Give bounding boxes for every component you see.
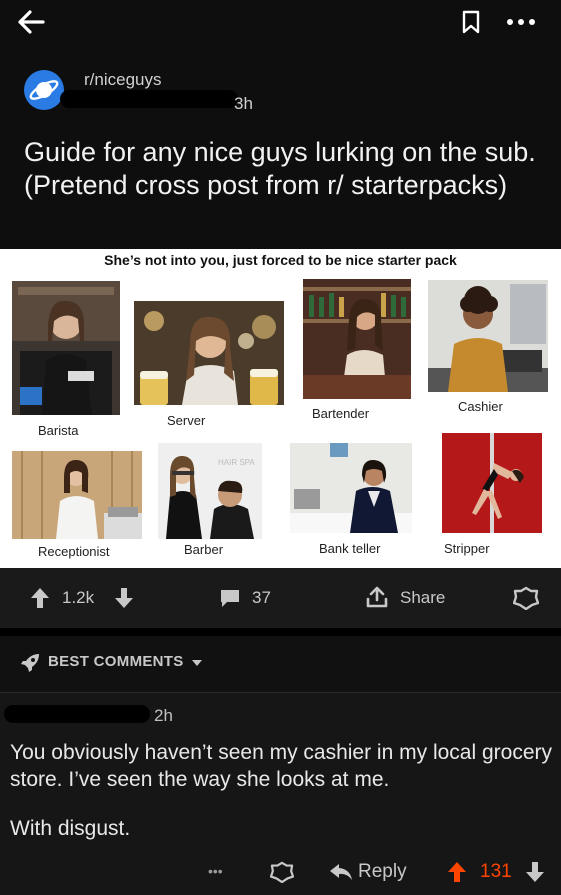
downvote-arrow-icon[interactable] xyxy=(524,859,546,885)
post-header: r/niceguys 3h xyxy=(24,66,544,116)
award-icon[interactable] xyxy=(268,859,296,885)
comment-time: 2h xyxy=(154,706,173,725)
reply-button[interactable]: Reply xyxy=(358,861,407,883)
bank-teller-photo xyxy=(290,443,412,533)
share-button[interactable]: Share xyxy=(400,588,445,608)
downvote-arrow-icon[interactable] xyxy=(112,586,136,610)
chevron-down-icon[interactable] xyxy=(190,656,204,670)
top-bar xyxy=(0,0,561,44)
post-time: 3h xyxy=(234,94,253,113)
caption-server: Server xyxy=(167,413,206,428)
comment-count[interactable]: 37 xyxy=(252,588,271,608)
stripper-photo xyxy=(442,433,542,533)
subreddit-name[interactable]: r/niceguys xyxy=(84,70,161,90)
cashier-photo xyxy=(428,280,548,392)
bookmark-icon[interactable] xyxy=(458,8,484,36)
more-options-icon[interactable] xyxy=(504,8,538,36)
post-title: Guide for any nice guys lurking on the s… xyxy=(24,137,536,200)
comment-bubble-icon[interactable] xyxy=(218,587,242,609)
back-arrow-icon[interactable] xyxy=(14,6,48,38)
upvote-arrow-icon[interactable] xyxy=(28,586,52,610)
barista-photo xyxy=(12,281,120,415)
barber-photo: HAIR SPA xyxy=(158,443,262,539)
rocket-icon xyxy=(18,651,42,675)
bartender-photo xyxy=(303,279,411,399)
post-image[interactable]: She’s not into you, just forced to be ni… xyxy=(0,249,561,568)
reply-arrow-icon[interactable] xyxy=(328,861,354,883)
comment-body: You obviously haven’t seen my cashier in… xyxy=(10,741,552,791)
post-action-bar: 1.2k 37 Share xyxy=(0,568,561,628)
redacted-username xyxy=(60,90,238,108)
section-divider xyxy=(0,628,561,636)
share-icon[interactable] xyxy=(364,584,390,610)
caption-barber: Barber xyxy=(184,542,224,557)
caption-receptionist: Receptionist xyxy=(38,544,110,559)
post-score: 1.2k xyxy=(62,588,95,607)
sort-label[interactable]: BEST COMMENTS xyxy=(48,653,184,670)
upvote-arrow-icon[interactable] xyxy=(446,859,468,885)
server-photo xyxy=(134,301,284,405)
image-title: She’s not into you, just forced to be ni… xyxy=(104,252,457,268)
redacted-username xyxy=(4,705,150,723)
hair-spa-sign: HAIR SPA xyxy=(218,458,255,467)
subreddit-avatar[interactable] xyxy=(24,70,64,110)
comment-body-line2: With disgust. xyxy=(10,817,131,840)
caption-stripper: Stripper xyxy=(444,541,490,556)
caption-cashier: Cashier xyxy=(458,399,503,414)
award-icon[interactable] xyxy=(512,585,540,611)
receptionist-photo xyxy=(12,451,142,539)
caption-barista: Barista xyxy=(38,423,79,438)
comment-sort-bar[interactable]: BEST COMMENTS xyxy=(0,636,561,693)
comment-more-options[interactable]: ••• xyxy=(208,863,223,879)
comment-score: 131 xyxy=(480,861,512,882)
caption-bank-teller: Bank teller xyxy=(319,541,381,556)
comment-action-bar: ••• Reply 131 xyxy=(0,853,561,893)
planet-icon xyxy=(29,80,59,100)
comment: 2h You obviously haven’t seen my cashier… xyxy=(0,693,561,895)
caption-bartender: Bartender xyxy=(312,406,370,421)
